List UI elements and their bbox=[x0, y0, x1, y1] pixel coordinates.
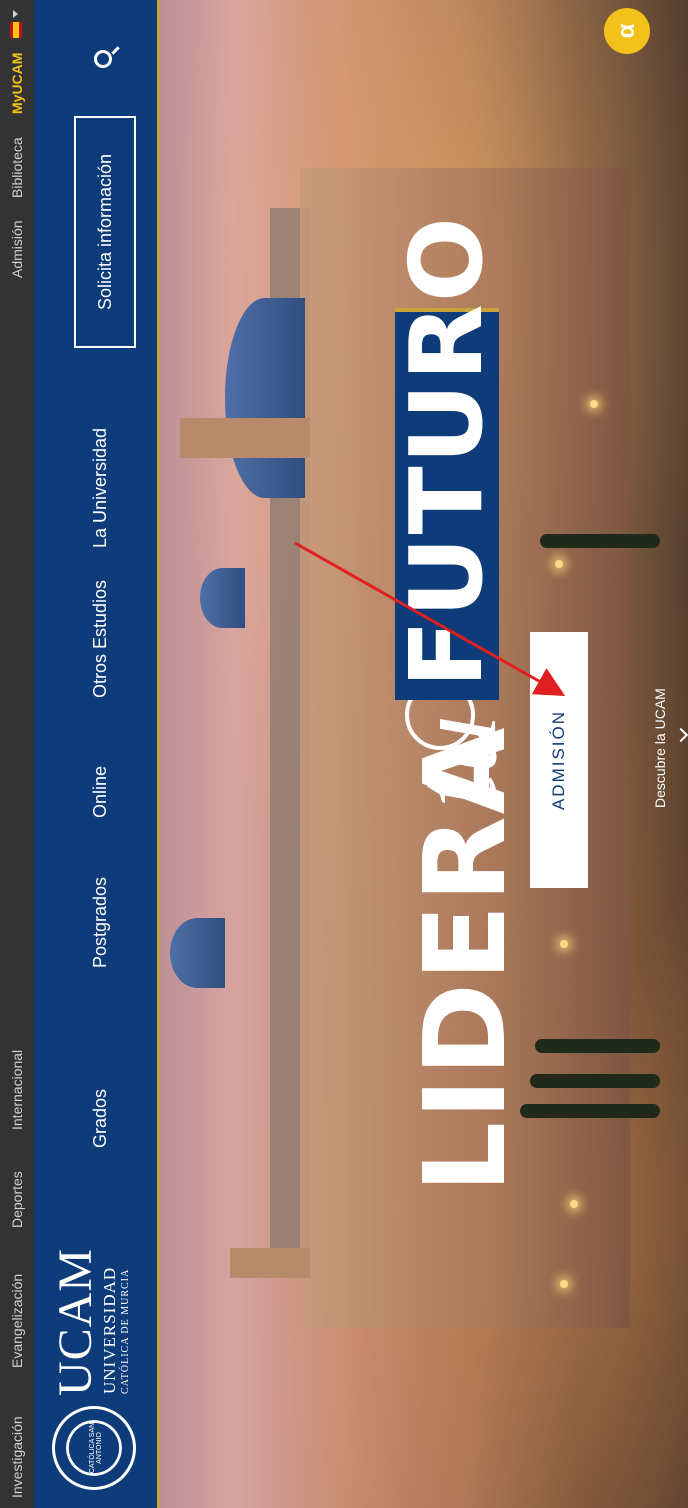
chat-glyph-icon: α bbox=[613, 23, 640, 39]
dome-decor bbox=[170, 918, 225, 988]
hero-title-futuro: FUTURO bbox=[388, 215, 505, 688]
dome-decor bbox=[200, 568, 245, 628]
util-link-admision[interactable]: Admisión bbox=[9, 220, 25, 278]
lamp-decor bbox=[560, 1280, 568, 1288]
tower-decor bbox=[230, 1248, 310, 1278]
request-info-button[interactable]: Solicita información bbox=[74, 116, 136, 348]
spain-flag-icon[interactable] bbox=[10, 22, 22, 38]
tree-decor bbox=[535, 1039, 660, 1053]
logo-subtitle: UNIVERSIDAD bbox=[100, 1266, 119, 1394]
hero-title-tu: tu bbox=[388, 714, 521, 808]
tree-decor bbox=[530, 1074, 660, 1088]
logo-subtitle-small: CATÓLICA DE MURCIA bbox=[120, 1268, 131, 1394]
nav-item-postgrados[interactable]: Postgrados bbox=[90, 877, 111, 968]
chevron-down-icon[interactable] bbox=[13, 10, 18, 18]
nav-item-grados[interactable]: Grados bbox=[90, 1089, 111, 1148]
util-link-evangelizacion[interactable]: Evangelización bbox=[9, 1274, 25, 1368]
lamp-decor bbox=[560, 940, 568, 948]
nav-item-la-universidad[interactable]: La Universidad bbox=[90, 428, 111, 548]
tower-decor bbox=[180, 418, 310, 458]
lamp-decor bbox=[570, 1200, 578, 1208]
util-link-biblioteca[interactable]: Biblioteca bbox=[9, 137, 25, 198]
seal-text: CATÓLICA SAN ANTONIO bbox=[89, 1422, 103, 1474]
nav-item-otros-estudios[interactable]: Otros Estudios bbox=[90, 580, 111, 698]
dome-decor bbox=[225, 298, 305, 498]
utility-bar: Investigación Evangelización Deportes In… bbox=[0, 0, 34, 1508]
lamp-decor bbox=[555, 560, 563, 568]
util-link-deportes[interactable]: Deportes bbox=[9, 1171, 25, 1228]
chat-icon[interactable]: α bbox=[604, 8, 650, 54]
lamp-decor bbox=[590, 400, 598, 408]
admision-button[interactable]: ADMISIÓN bbox=[530, 632, 588, 888]
util-link-investigacion[interactable]: Investigación bbox=[9, 1416, 25, 1498]
nav-item-online[interactable]: Online bbox=[90, 766, 111, 818]
logo-wordmark[interactable]: UCAM bbox=[49, 1248, 102, 1396]
util-link-myucam[interactable]: MyUCAM bbox=[9, 53, 25, 114]
tree-decor bbox=[520, 1104, 660, 1118]
tree-decor bbox=[540, 534, 660, 548]
util-link-internacional[interactable]: Internacional bbox=[9, 1050, 25, 1130]
search-icon[interactable] bbox=[94, 50, 112, 68]
university-seal-logo[interactable]: CATÓLICA SAN ANTONIO bbox=[52, 1406, 136, 1490]
discover-ucam-link[interactable]: Descubre la UCAM bbox=[652, 688, 668, 808]
main-navbar: CATÓLICA SAN ANTONIO UCAM UNIVERSIDAD CA… bbox=[34, 0, 160, 1508]
page-stage: Investigación Evangelización Deportes In… bbox=[0, 0, 688, 1508]
navbar-divider bbox=[157, 0, 160, 1508]
